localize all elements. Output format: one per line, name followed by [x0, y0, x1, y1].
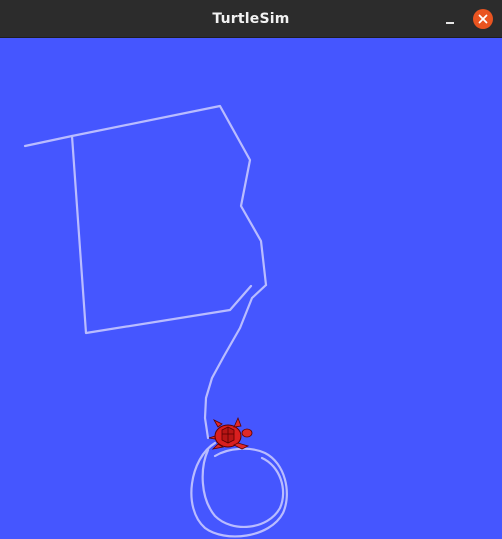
trail-left-loop — [70, 134, 253, 335]
close-button[interactable] — [473, 9, 493, 29]
minimize-button[interactable] — [440, 10, 460, 30]
turtlesim-window: TurtleSim — [0, 0, 502, 539]
turtle-canvas[interactable] — [0, 38, 502, 539]
turtle-icon[interactable] — [208, 416, 253, 450]
title-bar[interactable]: TurtleSim — [0, 0, 502, 38]
minimize-icon — [446, 22, 454, 24]
window-title: TurtleSim — [212, 11, 290, 27]
trail-descent — [203, 283, 268, 440]
trail-circle-inner — [201, 448, 285, 528]
pen-trail — [23, 104, 288, 538]
drawing-surface — [23, 104, 288, 538]
close-icon — [478, 14, 488, 24]
trail-top-edge — [23, 104, 268, 287]
